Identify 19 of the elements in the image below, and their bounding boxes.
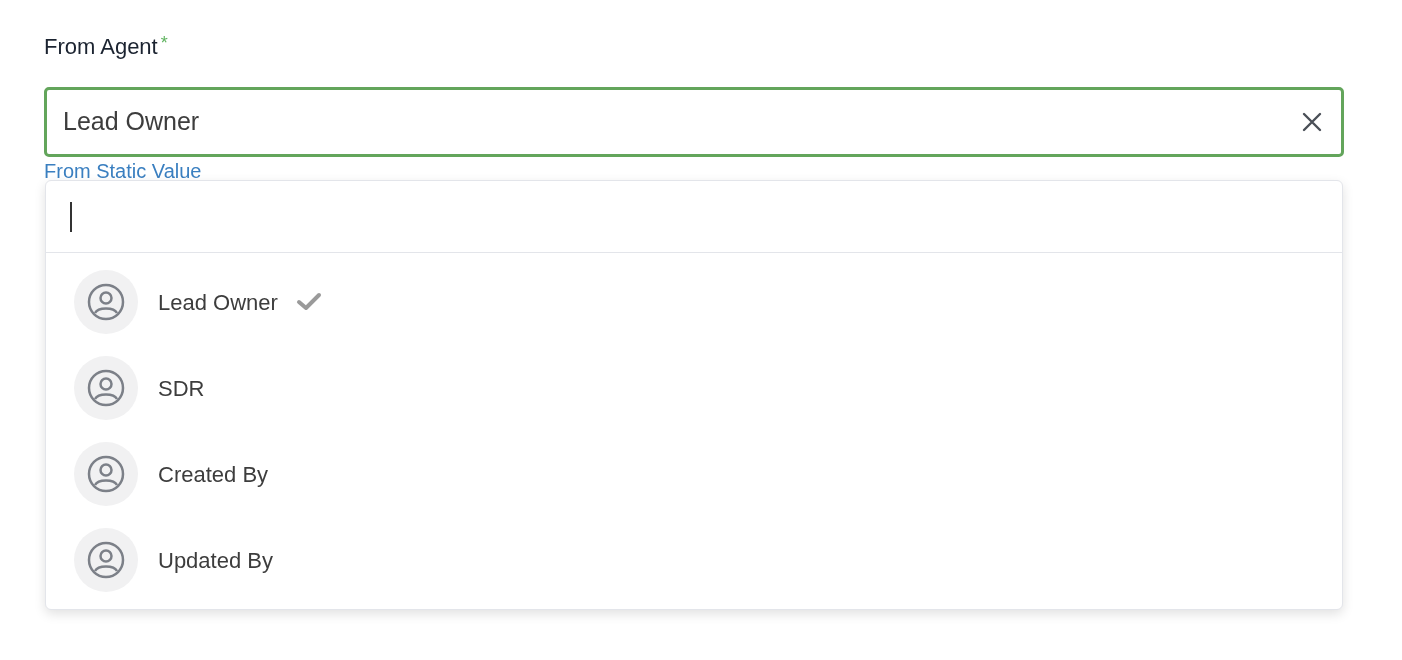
- user-icon: [87, 541, 125, 579]
- text-cursor-icon: [70, 201, 72, 232]
- required-mark: *: [160, 32, 168, 55]
- selected-value: Lead Owner: [63, 106, 201, 138]
- option-label: Updated By: [158, 546, 273, 575]
- user-icon: [87, 283, 125, 321]
- option-label: SDR: [158, 374, 205, 403]
- field-label: From Agent: [44, 33, 158, 61]
- user-icon: [87, 369, 125, 407]
- option-label: Lead Owner: [158, 288, 278, 317]
- dropdown-option[interactable]: Created By: [46, 431, 1342, 517]
- agent-select[interactable]: Lead Owner: [44, 87, 1344, 157]
- static-value-link[interactable]: From Static Value: [44, 160, 202, 182]
- close-icon[interactable]: [1301, 111, 1323, 133]
- dropdown-option[interactable]: Updated By: [46, 517, 1342, 603]
- user-icon: [87, 455, 125, 493]
- option-label: Created By: [158, 460, 269, 489]
- dropdown-option[interactable]: Lead Owner: [46, 259, 1342, 345]
- dropdown-option[interactable]: SDR: [46, 345, 1342, 431]
